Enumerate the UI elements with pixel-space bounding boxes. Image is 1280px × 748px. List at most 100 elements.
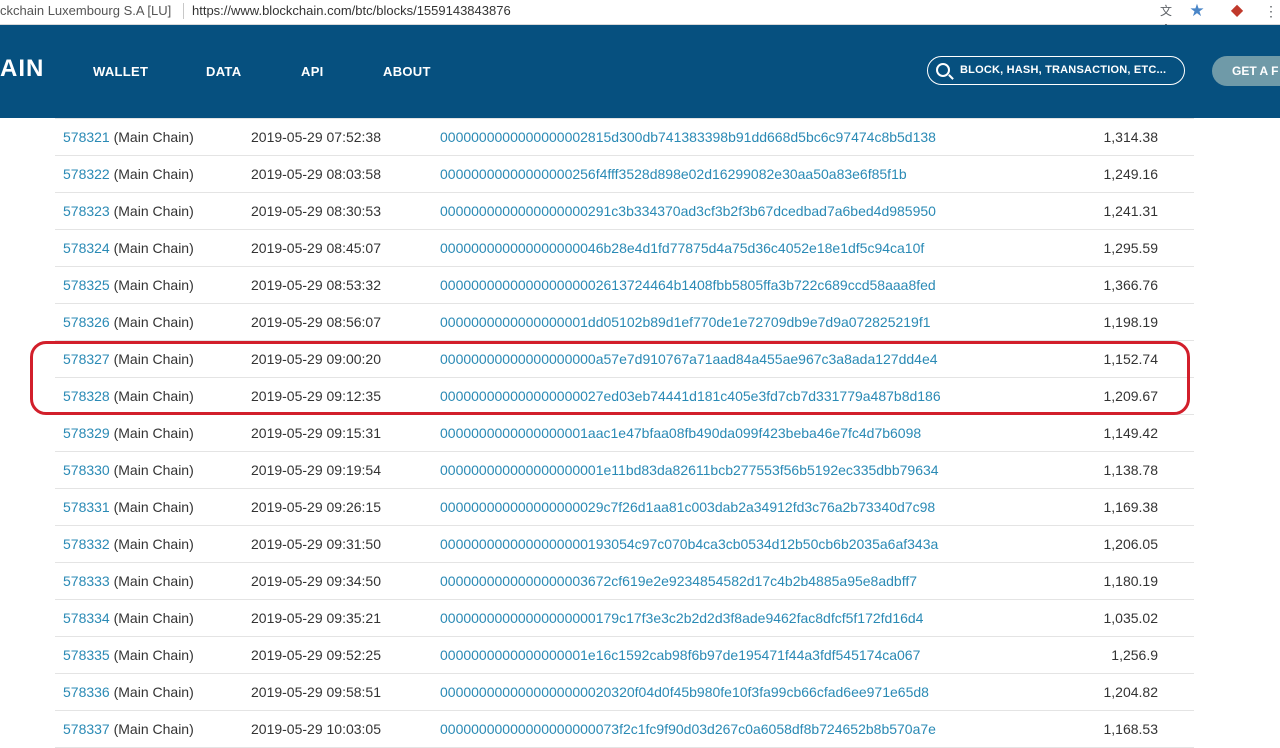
block-height-cell: 578335 (Main Chain) xyxy=(63,647,194,663)
translate-icon[interactable]: 文A xyxy=(1157,2,1175,36)
menu-icon[interactable]: ⋮ xyxy=(1262,2,1280,20)
block-hash-link[interactable]: 0000000000000000003672cf619e2e9234854582… xyxy=(440,573,917,589)
url-text[interactable]: https://www.blockchain.com/btc/blocks/15… xyxy=(192,3,511,18)
table-row: 578334 (Main Chain) 2019-05-29 09:35:21 00… xyxy=(55,600,1194,637)
get-free-wallet-button[interactable]: GET A F xyxy=(1212,56,1280,86)
star-icon[interactable]: ★ xyxy=(1188,2,1206,20)
brand-logo[interactable]: AIN xyxy=(0,55,44,83)
block-size: 1,295.59 xyxy=(1103,240,1159,256)
chain-label: (Main Chain) xyxy=(113,388,194,404)
block-height-cell: 578326 (Main Chain) xyxy=(63,314,194,330)
table-row: 578328 (Main Chain) 2019-05-29 09:12:35 00… xyxy=(55,378,1194,415)
search-placeholder: BLOCK, HASH, TRANSACTION, ETC... xyxy=(960,64,1167,76)
block-height-link[interactable]: 578327 xyxy=(63,351,110,367)
blocks-table: 578321 (Main Chain) 2019-05-29 07:52:38 00… xyxy=(55,118,1194,748)
block-time: 2019-05-29 07:52:38 xyxy=(251,129,381,145)
block-height-link[interactable]: 578324 xyxy=(63,240,110,256)
block-time: 2019-05-29 10:03:05 xyxy=(251,721,381,737)
block-height-link[interactable]: 578322 xyxy=(63,166,110,182)
site-identity[interactable]: ckchain Luxembourg S.A [LU] xyxy=(0,3,171,18)
chain-label: (Main Chain) xyxy=(113,573,194,589)
chain-label: (Main Chain) xyxy=(113,166,194,182)
block-height-link[interactable]: 578329 xyxy=(63,425,110,441)
block-time: 2019-05-29 09:52:25 xyxy=(251,647,381,663)
block-size: 1,138.78 xyxy=(1103,462,1159,478)
site-header: AIN WALLET DATA API ABOUT BLOCK, HASH, T… xyxy=(0,25,1280,118)
chain-label: (Main Chain) xyxy=(113,277,194,293)
block-height-link[interactable]: 578328 xyxy=(63,388,110,404)
nav-wallet[interactable]: WALLET xyxy=(93,64,148,79)
block-hash-link[interactable]: 000000000000000000002613724464b1408fbb58… xyxy=(440,277,936,293)
chain-label: (Main Chain) xyxy=(113,351,194,367)
block-time: 2019-05-29 09:12:35 xyxy=(251,388,381,404)
block-hash-link[interactable]: 000000000000000000046b28e4d1fd77875d4a75… xyxy=(440,240,924,256)
address-separator xyxy=(183,3,184,19)
block-hash-link[interactable]: 0000000000000000001aac1e47bfaa08fb490da0… xyxy=(440,425,921,441)
block-hash-link[interactable]: 0000000000000000000291c3b334370ad3cf3b2f… xyxy=(440,203,936,219)
nav-api[interactable]: API xyxy=(301,64,324,79)
table-row: 578336 (Main Chain) 2019-05-29 09:58:51 00… xyxy=(55,674,1194,711)
block-height-cell: 578334 (Main Chain) xyxy=(63,610,194,626)
block-hash-link[interactable]: 00000000000000000000073f2c1fc9f90d03d267… xyxy=(440,721,936,737)
table-row: 578329 (Main Chain) 2019-05-29 09:15:31 00… xyxy=(55,415,1194,452)
block-height-cell: 578331 (Main Chain) xyxy=(63,499,194,515)
browser-address-bar[interactable]: ckchain Luxembourg S.A [LU] https://www.… xyxy=(0,0,1280,36)
block-hash-link[interactable]: 00000000000000000000a57e7d910767a71aad84… xyxy=(440,351,938,367)
block-size: 1,314.38 xyxy=(1103,129,1159,145)
block-height-link[interactable]: 578337 xyxy=(63,721,110,737)
block-hash-link[interactable]: 0000000000000000000020320f04d0f45b980fe1… xyxy=(440,684,929,700)
block-size: 1,169.38 xyxy=(1103,499,1159,515)
block-height-link[interactable]: 578325 xyxy=(63,277,110,293)
block-time: 2019-05-29 09:00:20 xyxy=(251,351,381,367)
block-height-link[interactable]: 578332 xyxy=(63,536,110,552)
extension-icon[interactable]: ◆ xyxy=(1228,2,1246,20)
block-height-link[interactable]: 578323 xyxy=(63,203,110,219)
block-time: 2019-05-29 09:26:15 xyxy=(251,499,381,515)
block-hash-link[interactable]: 00000000000000000000179c17f3e3c2b2d2d3f8… xyxy=(440,610,923,626)
block-height-link[interactable]: 578321 xyxy=(63,129,110,145)
block-height-cell: 578332 (Main Chain) xyxy=(63,536,194,552)
block-height-link[interactable]: 578333 xyxy=(63,573,110,589)
block-size: 1,256.9 xyxy=(1111,647,1158,663)
block-time: 2019-05-29 08:03:58 xyxy=(251,166,381,182)
chain-label: (Main Chain) xyxy=(113,684,194,700)
block-height-cell: 578324 (Main Chain) xyxy=(63,240,194,256)
block-hash-link[interactable]: 000000000000000000029c7f26d1aa81c003dab2… xyxy=(440,499,935,515)
block-height-link[interactable]: 578331 xyxy=(63,499,110,515)
block-height-link[interactable]: 578336 xyxy=(63,684,110,700)
search-icon xyxy=(936,63,950,77)
search-input[interactable]: BLOCK, HASH, TRANSACTION, ETC... xyxy=(927,56,1185,85)
block-hash-link[interactable]: 0000000000000000002815d300db741383398b91… xyxy=(440,129,936,145)
block-height-link[interactable]: 578335 xyxy=(63,647,110,663)
block-size: 1,149.42 xyxy=(1103,425,1159,441)
block-time: 2019-05-29 09:15:31 xyxy=(251,425,381,441)
block-hash-link[interactable]: 00000000000000000256f4fff3528d898e02d162… xyxy=(440,166,907,182)
block-size: 1,198.19 xyxy=(1103,314,1159,330)
block-height-cell: 578329 (Main Chain) xyxy=(63,425,194,441)
table-row: 578326 (Main Chain) 2019-05-29 08:56:07 00… xyxy=(55,304,1194,341)
block-size: 1,204.82 xyxy=(1103,684,1159,700)
block-size: 1,209.67 xyxy=(1103,388,1159,404)
table-row: 578330 (Main Chain) 2019-05-29 09:19:54 00… xyxy=(55,452,1194,489)
block-hash-link[interactable]: 0000000000000000000193054c97c070b4ca3cb0… xyxy=(440,536,938,552)
nav-data[interactable]: DATA xyxy=(206,64,241,79)
block-size: 1,249.16 xyxy=(1103,166,1159,182)
chain-label: (Main Chain) xyxy=(113,647,194,663)
block-time: 2019-05-29 08:53:32 xyxy=(251,277,381,293)
block-hash-link[interactable]: 000000000000000000001e11bd83da82611bcb27… xyxy=(440,462,939,478)
nav-about[interactable]: ABOUT xyxy=(383,64,431,79)
block-time: 2019-05-29 08:30:53 xyxy=(251,203,381,219)
block-hash-link[interactable]: 0000000000000000001e16c1592cab98f6b97de1… xyxy=(440,647,920,663)
block-time: 2019-05-29 09:31:50 xyxy=(251,536,381,552)
block-size: 1,206.05 xyxy=(1103,536,1159,552)
block-height-cell: 578330 (Main Chain) xyxy=(63,462,194,478)
block-height-link[interactable]: 578326 xyxy=(63,314,110,330)
block-hash-link[interactable]: 0000000000000000001dd05102b89d1ef770de1e… xyxy=(440,314,931,330)
block-height-link[interactable]: 578334 xyxy=(63,610,110,626)
block-height-link[interactable]: 578330 xyxy=(63,462,110,478)
chain-label: (Main Chain) xyxy=(113,129,194,145)
chain-label: (Main Chain) xyxy=(113,314,194,330)
block-height-cell: 578333 (Main Chain) xyxy=(63,573,194,589)
table-row: 578332 (Main Chain) 2019-05-29 09:31:50 00… xyxy=(55,526,1194,563)
block-hash-link[interactable]: 000000000000000000027ed03eb74441d181c405… xyxy=(440,388,941,404)
